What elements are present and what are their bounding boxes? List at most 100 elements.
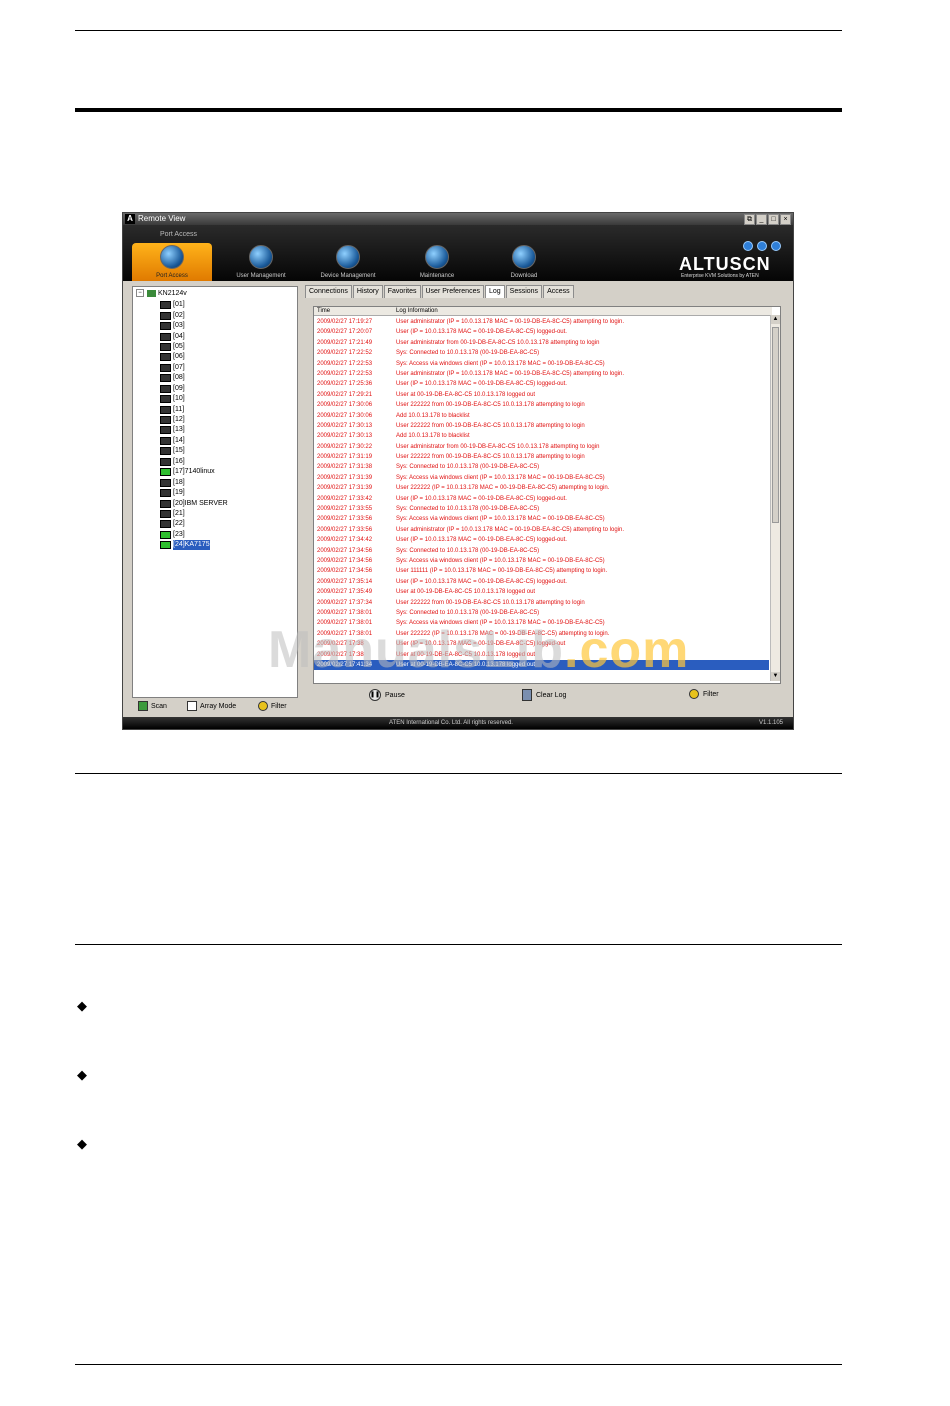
tree-item[interactable]: [20]IBM SERVER (160, 498, 228, 508)
tree-item[interactable]: [16] (160, 457, 228, 467)
log-row[interactable]: 2009/02/27 17:22:53 Sys: Access via windo… (314, 359, 769, 369)
tree-item[interactable]: [07] (160, 363, 228, 373)
log-rows: 2009/02/27 17:19:27 User administrator (I… (314, 317, 769, 671)
clear-log-button[interactable]: Clear Log (522, 689, 566, 701)
log-row[interactable]: 2009/02/27 17:31:38 Sys: Connected to 10.… (314, 462, 769, 472)
log-row[interactable]: 2009/02/27 17:33:42 User (IP = 10.0.13.17… (314, 494, 769, 504)
log-row[interactable]: 2009/02/27 17:33:56 User administrator (I… (314, 525, 769, 535)
log-row[interactable]: 2009/02/27 17:31:39 Sys: Access via windo… (314, 473, 769, 483)
tree-item[interactable]: [04] (160, 331, 228, 341)
tab-download[interactable]: Download (484, 243, 564, 281)
log-row[interactable]: 2009/02/27 17:33:55 Sys: Connected to 10.… (314, 504, 769, 514)
tree-item[interactable]: [05] (160, 342, 228, 352)
log-row[interactable]: 2009/02/27 17:30:06 Add 10.0.13.178 to bl… (314, 411, 769, 421)
logout-icon[interactable] (771, 241, 781, 251)
tree-item[interactable]: [18] (160, 477, 228, 487)
tree-item[interactable]: [02] (160, 310, 228, 320)
log-row[interactable]: 2009/02/27 17:37:34 User 222222 from 00-1… (314, 598, 769, 608)
tab-label: User Management (236, 273, 286, 279)
log-row[interactable]: 2009/02/27 17:21:49 User administrator fr… (314, 338, 769, 348)
log-row[interactable]: 2009/02/27 17:31:39 User 222222 (IP = 10.… (314, 483, 769, 493)
tree-item[interactable]: [23] (160, 530, 228, 540)
monitor-icon (160, 374, 171, 383)
tab-sessions[interactable]: Sessions (505, 285, 543, 298)
scan-button[interactable]: Scan (138, 701, 167, 711)
tab-log[interactable]: Log (484, 285, 505, 298)
log-row[interactable]: 2009/02/27 17:29:21 User at 00-19-DB-EA-8… (314, 390, 769, 400)
tree-item[interactable]: [17]7140linux (160, 467, 228, 477)
log-info: User (IP = 10.0.13.178 MAC = 00-19-DB-EA… (396, 329, 567, 336)
scroll-thumb[interactable] (772, 327, 779, 523)
log-row[interactable]: 2009/02/27 17:25:36 User (IP = 10.0.13.17… (314, 379, 769, 389)
tab-access[interactable]: Access (543, 285, 574, 298)
log-scrollbar[interactable]: ▲ ▼ (770, 315, 780, 681)
tree-item[interactable]: [15] (160, 446, 228, 456)
tree-item[interactable]: [09] (160, 384, 228, 394)
tree-item[interactable]: [11] (160, 404, 228, 414)
tree-item[interactable]: [06] (160, 352, 228, 362)
close-button[interactable]: × (780, 214, 791, 225)
log-row[interactable]: 2009/02/27 17:30:13 User 222222 from 00-1… (314, 421, 769, 431)
tree-item[interactable]: [12] (160, 415, 228, 425)
log-row[interactable]: 2009/02/27 17:35:14 User (IP = 10.0.13.17… (314, 577, 769, 587)
log-row[interactable]: 2009/02/27 17:34:56 Sys: Access via windo… (314, 556, 769, 566)
tab-favorites[interactable]: Favorites (383, 285, 421, 298)
tab-port-access[interactable]: Port Access (132, 243, 212, 281)
tab-device-management[interactable]: Device Management (308, 243, 388, 281)
log-row[interactable]: 2009/02/27 17:22:52 Sys: Connected to 10.… (314, 348, 769, 358)
tree-item[interactable]: [22] (160, 519, 228, 529)
collapse-icon[interactable]: − (136, 289, 144, 297)
tab-user-management[interactable]: User Management (221, 243, 301, 281)
log-row[interactable]: 2009/02/27 17:30:06 User 222222 from 00-1… (314, 400, 769, 410)
log-row[interactable]: 2009/02/27 17:30:22 User administrator fr… (314, 442, 769, 452)
tree-item[interactable]: [10] (160, 394, 228, 404)
log-row[interactable]: 2009/02/27 17:22:53 User administrator (I… (314, 369, 769, 379)
log-row[interactable]: 2009/02/27 17:34:56 User 111111 (IP = 10.… (314, 566, 769, 576)
tree-item[interactable]: [24]KA7175 (160, 540, 228, 551)
tree-item[interactable]: [14] (160, 436, 228, 446)
tab-history[interactable]: History (352, 285, 383, 298)
array-mode-button[interactable]: Array Mode (187, 701, 236, 711)
tab-maintenance[interactable]: Maintenance (397, 243, 477, 281)
tree-item-label: [22] (173, 520, 185, 528)
tree-item[interactable]: [03] (160, 321, 228, 331)
tab-connections[interactable]: Connections (305, 285, 352, 298)
tree-root[interactable]: − KN2124v (136, 289, 187, 297)
maximize-button[interactable]: □ (768, 214, 779, 225)
pause-button[interactable]: ❚❚ Pause (369, 689, 405, 701)
tree-item[interactable]: [13] (160, 425, 228, 435)
tree-filter-button[interactable]: Filter (258, 701, 287, 711)
monitor-icon (160, 426, 171, 435)
tree-item[interactable]: [19] (160, 488, 228, 498)
column-header-info[interactable]: Log Information (396, 307, 438, 315)
log-row[interactable]: 2009/02/27 17:31:19 User 222222 from 00-1… (314, 452, 769, 462)
log-time: 2009/02/27 17:30:13 (317, 422, 373, 429)
log-row[interactable]: 2009/02/27 17:34:42 User (IP = 10.0.13.17… (314, 535, 769, 545)
tree-item[interactable]: [08] (160, 373, 228, 383)
info-icon[interactable] (757, 241, 767, 251)
log-row[interactable]: 2009/02/27 17:33:56 Sys: Access via windo… (314, 514, 769, 524)
tree-item[interactable]: [01] (160, 300, 228, 310)
scroll-up-icon[interactable]: ▲ (771, 315, 780, 324)
copyright-text: ATEN International Co. Ltd. All rights r… (389, 720, 513, 726)
log-row[interactable]: 2009/02/27 17:19:27 User administrator (I… (314, 317, 769, 327)
log-row[interactable]: 2009/02/27 17:34:56 Sys: Connected to 10.… (314, 546, 769, 556)
tab-user-preferences[interactable]: User Preferences (421, 285, 484, 298)
minimize-button[interactable]: _ (756, 214, 767, 225)
scroll-down-icon[interactable]: ▼ (771, 672, 780, 681)
maintenance-icon (425, 245, 449, 269)
settings-icon[interactable] (743, 241, 753, 251)
log-row[interactable]: 2009/02/27 17:35:49 User at 00-19-DB-EA-8… (314, 587, 769, 597)
log-info: User 222222 from 00-19-DB-EA-8C-C5 10.0.… (396, 422, 585, 429)
monitor-icon (160, 342, 171, 351)
monitor-icon (160, 384, 171, 393)
log-row[interactable]: 2009/02/27 17:30:13 Add 10.0.13.178 to bl… (314, 431, 769, 441)
restore-icon[interactable]: ⧉ (744, 214, 755, 225)
column-header-time[interactable]: Time (317, 307, 330, 315)
monitor-icon (160, 436, 171, 445)
log-row[interactable]: 2009/02/27 17:20:07 User (IP = 10.0.13.17… (314, 327, 769, 337)
log-filter-button[interactable]: Filter (689, 689, 719, 699)
clear-log-label: Clear Log (536, 691, 567, 699)
tree-item[interactable]: [21] (160, 509, 228, 519)
log-row[interactable]: 2009/02/27 17:38:01 Sys: Connected to 10.… (314, 608, 769, 618)
